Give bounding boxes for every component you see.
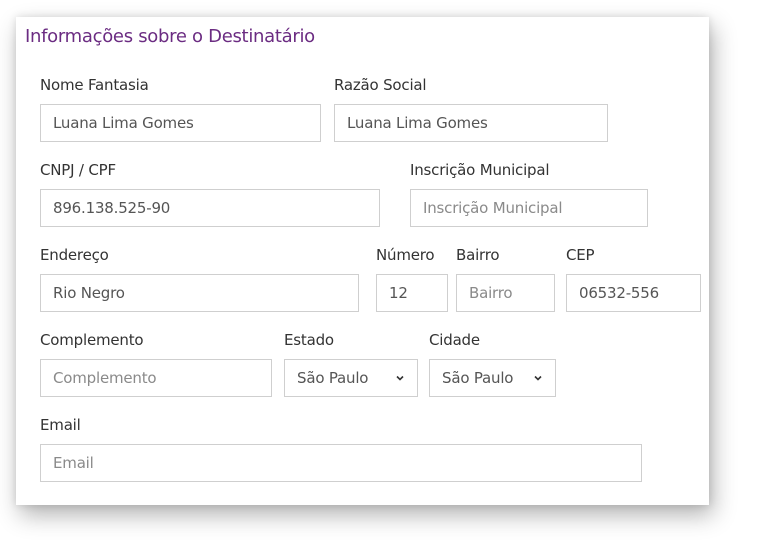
nome-fantasia-input[interactable]	[40, 104, 321, 142]
numero-label: Número	[376, 246, 435, 264]
bairro-input[interactable]	[456, 274, 555, 312]
cidade-select[interactable]: São Paulo	[429, 359, 556, 397]
cep-label: CEP	[566, 246, 595, 264]
cidade-label: Cidade	[429, 331, 480, 349]
endereco-label: Endereço	[40, 246, 109, 264]
cep-input[interactable]	[566, 274, 701, 312]
endereco-input[interactable]	[40, 274, 359, 312]
inscricao-municipal-input[interactable]	[410, 189, 648, 227]
inscricao-municipal-label: Inscrição Municipal	[410, 161, 550, 179]
complemento-label: Complemento	[40, 331, 144, 349]
estado-select[interactable]: São Paulo	[284, 359, 418, 397]
estado-selected-value: São Paulo	[297, 369, 369, 387]
cnpj-cpf-input[interactable]	[40, 189, 380, 227]
cnpj-cpf-label: CNPJ / CPF	[40, 161, 116, 179]
nome-fantasia-label: Nome Fantasia	[40, 76, 149, 94]
cidade-selected-value: São Paulo	[442, 369, 514, 387]
email-label: Email	[40, 416, 81, 434]
chevron-down-icon	[534, 375, 542, 381]
section-title: Informações sobre o Destinatário	[25, 26, 315, 47]
razao-social-input[interactable]	[334, 104, 608, 142]
complemento-input[interactable]	[40, 359, 272, 397]
bairro-label: Bairro	[456, 246, 500, 264]
numero-input[interactable]	[376, 274, 448, 312]
email-input[interactable]	[40, 444, 642, 482]
chevron-down-icon	[396, 375, 404, 381]
estado-label: Estado	[284, 331, 334, 349]
razao-social-label: Razão Social	[334, 76, 427, 94]
